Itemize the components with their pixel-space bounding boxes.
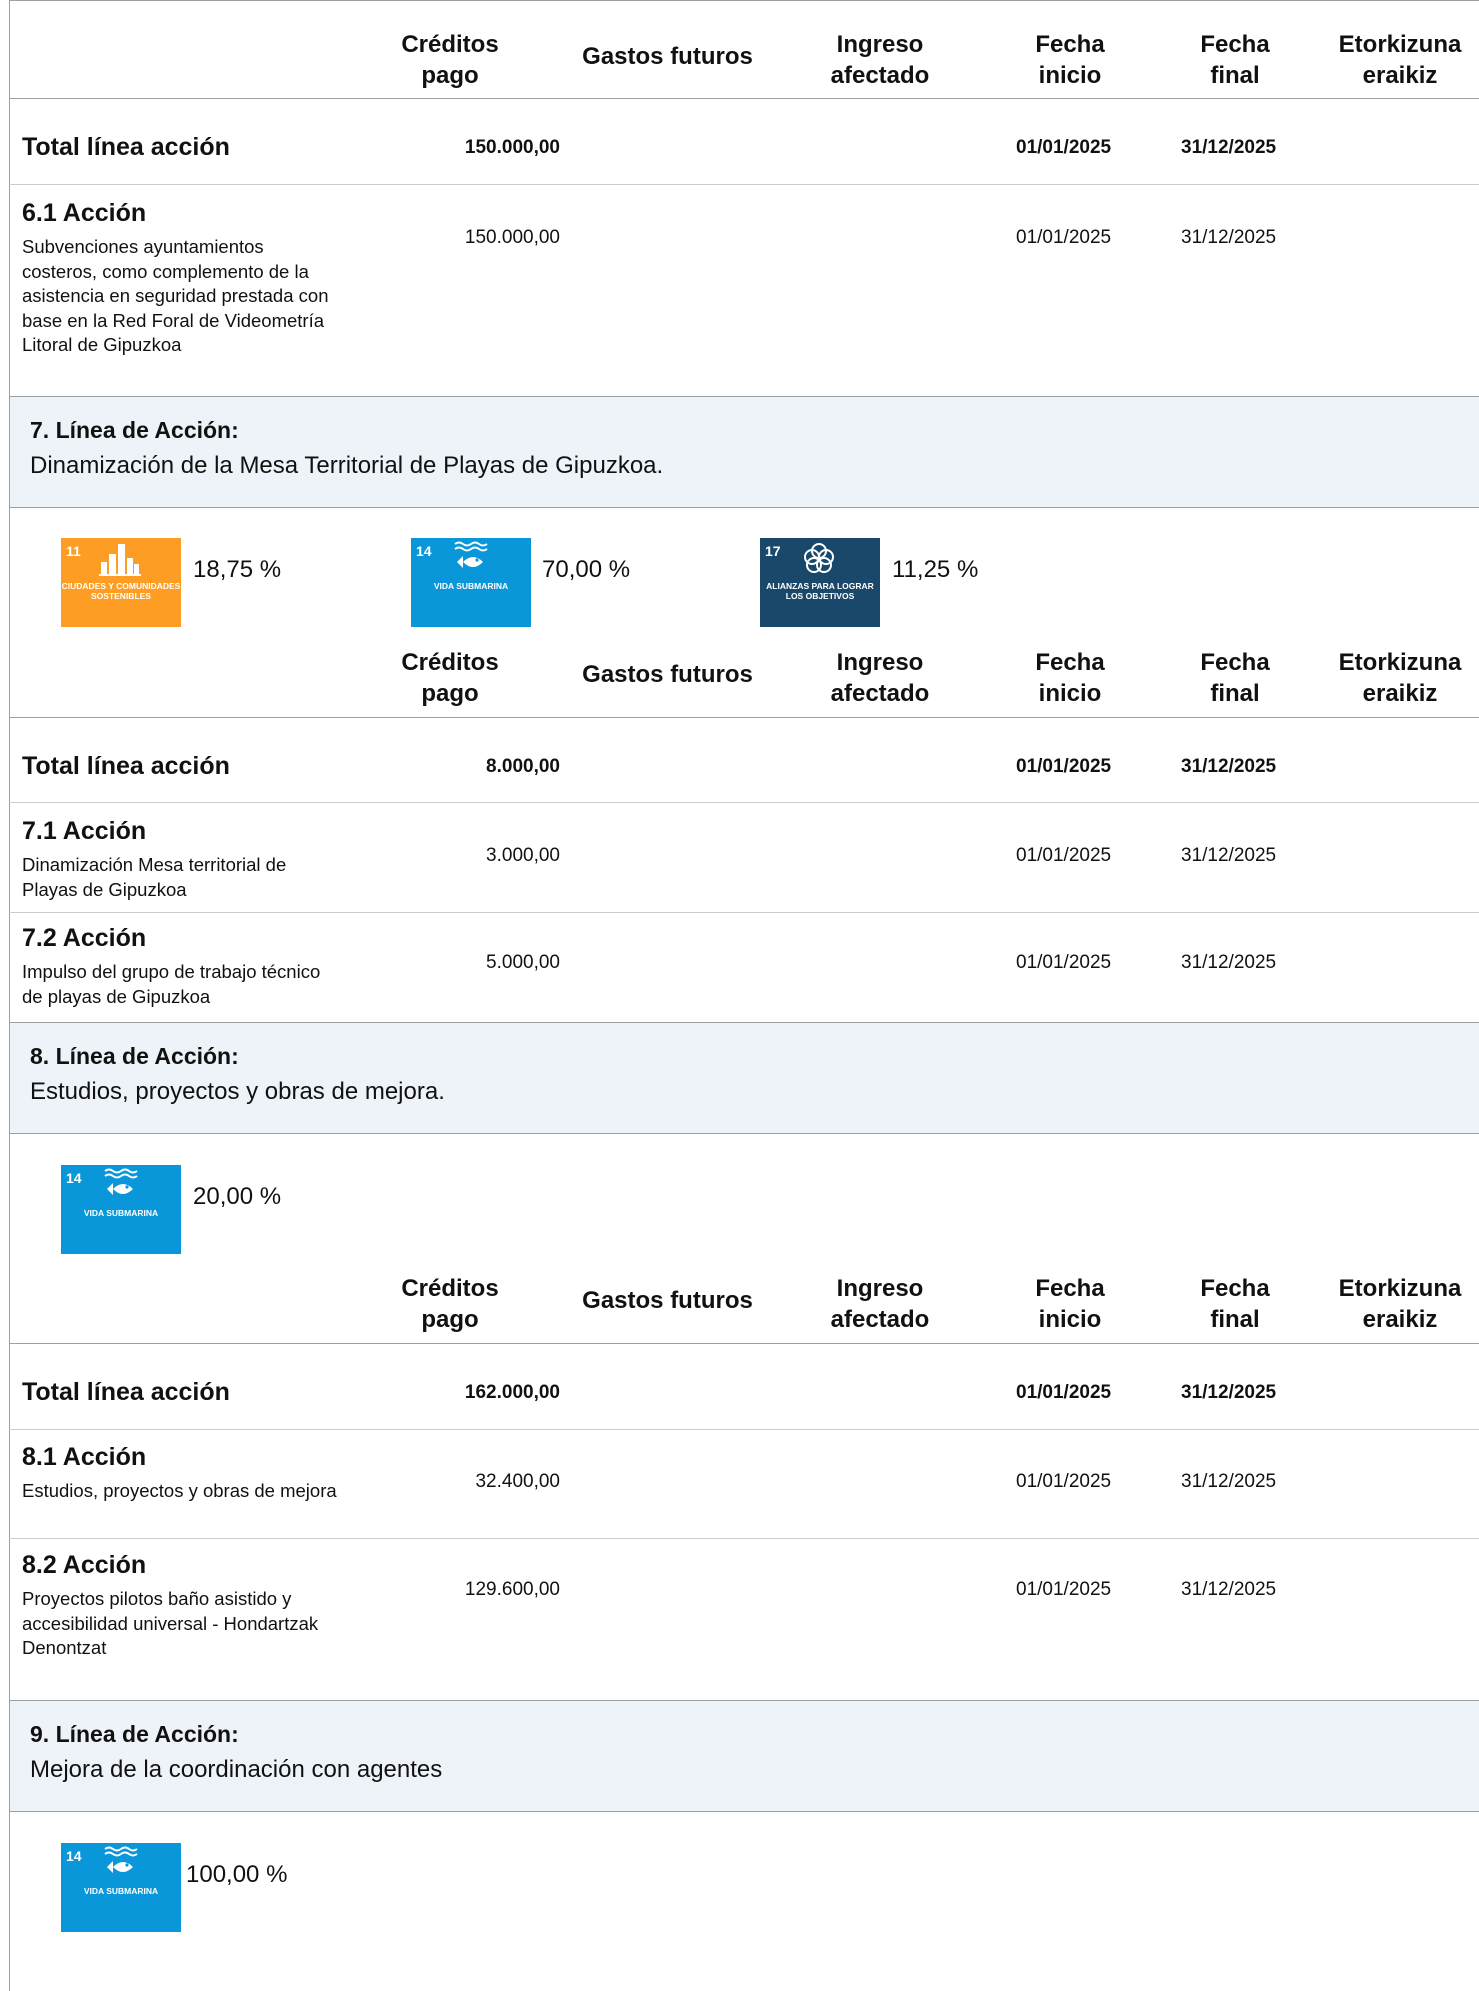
header-gastos-futuros: Gastos futuros xyxy=(582,43,753,70)
total-creditos: 162.000,00 xyxy=(464,1382,560,1403)
action-title: 8.2 Acción xyxy=(22,1551,147,1579)
ods-label: VIDA SUBMARINA xyxy=(83,1886,159,1896)
header-etorkizuna-eraikiz: Etorkizuna eraikiz xyxy=(1338,649,1462,707)
linea-accion-description: Estudios, proyectos y obras de mejora. xyxy=(30,1078,445,1105)
action-title: 8.1 Acción xyxy=(22,1443,147,1471)
header-fecha-final: Fecha final xyxy=(1200,31,1270,89)
action-description: Impulso del grupo de trabajo técnico de … xyxy=(22,961,321,1007)
total-fecha-inicio: 01/01/2025 xyxy=(1016,137,1112,158)
header-creditos-pago: Créditos pago xyxy=(401,1275,499,1333)
header-fecha-final: Fecha final xyxy=(1200,649,1270,707)
action-description: Proyectos pilotos baño asistido y accesi… xyxy=(22,1588,319,1658)
ods-11-badge: 11 CIUDADES Y COMUNIDADES SOSTENIBLES xyxy=(61,538,181,627)
linea-accion-title: 7. Línea de Acción: xyxy=(30,417,239,443)
header-ingreso-afectado: Ingreso afectado xyxy=(830,31,930,89)
fish-waves-icon xyxy=(104,1846,138,1873)
total-fecha-final: 31/12/2025 xyxy=(1181,137,1277,158)
linea-accion-band: 7. Línea de Acción: Dinamización de la M… xyxy=(10,396,1479,508)
action-fecha-final: 31/12/2025 xyxy=(1181,1579,1277,1600)
action-description: Dinamización Mesa territorial de Playas … xyxy=(22,854,287,900)
action-title: 6.1 Acción xyxy=(22,199,147,227)
header-fecha-inicio: Fecha inicio xyxy=(1035,649,1105,707)
action-fecha-final: 31/12/2025 xyxy=(1181,227,1277,248)
ods-14-badge: 14 VIDA SUBMARINA xyxy=(411,538,531,627)
header-creditos-pago: Créditos pago xyxy=(401,31,499,89)
ods-percentage: 11,25 % xyxy=(892,556,979,583)
action-creditos: 3.000,00 xyxy=(486,845,560,866)
header-ingreso-afectado: Ingreso afectado xyxy=(830,1275,930,1333)
ods-number: 14 xyxy=(416,543,432,559)
ods-percentage: 18,75 % xyxy=(193,556,282,583)
total-creditos: 8.000,00 xyxy=(486,756,560,777)
header-fecha-inicio: Fecha inicio xyxy=(1035,1275,1105,1333)
ods-17-badge: 17 ALIANZAS PARA LOGRAR LOS OBJETIVOS xyxy=(760,538,880,627)
ods-label: ALIANZAS PARA LOGRAR LOS OBJETIVOS xyxy=(766,581,874,601)
partnership-flower-icon xyxy=(804,543,834,573)
fish-waves-icon xyxy=(454,541,488,568)
city-buildings-icon xyxy=(99,544,141,576)
linea-accion-description: Mejora de la coordinación con agentes xyxy=(30,1756,443,1783)
action-description: Subvenciones ayuntamientos costeros, com… xyxy=(22,236,329,355)
ods-14-badge: 14 VIDA SUBMARINA xyxy=(61,1843,181,1932)
action-title: 7.1 Acción xyxy=(22,817,147,845)
action-fecha-final: 31/12/2025 xyxy=(1181,845,1277,866)
linea-accion-description: Dinamización de la Mesa Territorial de P… xyxy=(30,452,664,479)
ods-percentage: 20,00 % xyxy=(193,1183,282,1210)
header-gastos-futuros: Gastos futuros xyxy=(582,661,753,688)
total-creditos: 150.000,00 xyxy=(464,137,560,158)
action-title: 7.2 Acción xyxy=(22,924,147,952)
action-creditos: 5.000,00 xyxy=(486,952,560,973)
action-fecha-final: 31/12/2025 xyxy=(1181,952,1277,973)
ods-label: VIDA SUBMARINA xyxy=(433,581,509,591)
total-fecha-final: 31/12/2025 xyxy=(1181,1382,1277,1403)
ods-number: 11 xyxy=(66,543,81,559)
action-fecha-final: 31/12/2025 xyxy=(1181,1471,1277,1492)
linea-accion-title: 8. Línea de Acción: xyxy=(30,1043,239,1069)
total-linea-accion-label: Total línea acción xyxy=(22,133,230,161)
header-etorkizuna-eraikiz: Etorkizuna eraikiz xyxy=(1338,1275,1462,1333)
ods-percentage: 70,00 % xyxy=(542,556,631,583)
action-creditos: 129.600,00 xyxy=(464,1579,560,1600)
total-fecha-inicio: 01/01/2025 xyxy=(1016,756,1112,777)
ods-number: 14 xyxy=(66,1848,82,1864)
action-fecha-inicio: 01/01/2025 xyxy=(1016,1471,1112,1492)
ods-label: VIDA SUBMARINA xyxy=(83,1208,159,1218)
ods-14-badge: 14 VIDA SUBMARINA xyxy=(61,1165,181,1254)
total-fecha-inicio: 01/01/2025 xyxy=(1016,1382,1112,1403)
action-fecha-inicio: 01/01/2025 xyxy=(1016,845,1112,866)
header-etorkizuna-eraikiz: Etorkizuna eraikiz xyxy=(1338,31,1462,89)
action-creditos: 150.000,00 xyxy=(464,227,560,248)
header-fecha-inicio: Fecha inicio xyxy=(1035,31,1105,89)
header-creditos-pago: Créditos pago xyxy=(401,649,499,707)
action-fecha-inicio: 01/01/2025 xyxy=(1016,952,1112,973)
action-creditos: 32.400,00 xyxy=(475,1471,560,1492)
total-linea-accion-label: Total línea acción xyxy=(22,1378,230,1406)
ods-percentage: 100,00 % xyxy=(186,1861,288,1888)
header-fecha-final: Fecha final xyxy=(1200,1275,1270,1333)
document-page: Créditos pago Gastos futuros Ingreso afect… xyxy=(0,0,1479,1991)
linea-accion-band: 9. Línea de Acción: Mejora de la coordin… xyxy=(10,1700,1479,1812)
total-linea-accion-label: Total línea acción xyxy=(22,752,230,780)
linea-accion-title: 9. Línea de Acción: xyxy=(30,1721,239,1747)
fish-waves-icon xyxy=(104,1168,138,1195)
header-gastos-futuros: Gastos futuros xyxy=(582,1287,753,1314)
header-ingreso-afectado: Ingreso afectado xyxy=(830,649,930,707)
ods-number: 14 xyxy=(66,1170,82,1186)
action-fecha-inicio: 01/01/2025 xyxy=(1016,227,1112,248)
linea-accion-band: 8. Línea de Acción: Estudios, proyectos … xyxy=(10,1022,1479,1134)
total-fecha-final: 31/12/2025 xyxy=(1181,756,1277,777)
action-description: Estudios, proyectos y obras de mejora xyxy=(22,1480,337,1501)
ods-number: 17 xyxy=(765,543,781,559)
ods-label: CIUDADES Y COMUNIDADES SOSTENIBLES xyxy=(61,581,181,601)
action-fecha-inicio: 01/01/2025 xyxy=(1016,1579,1112,1600)
